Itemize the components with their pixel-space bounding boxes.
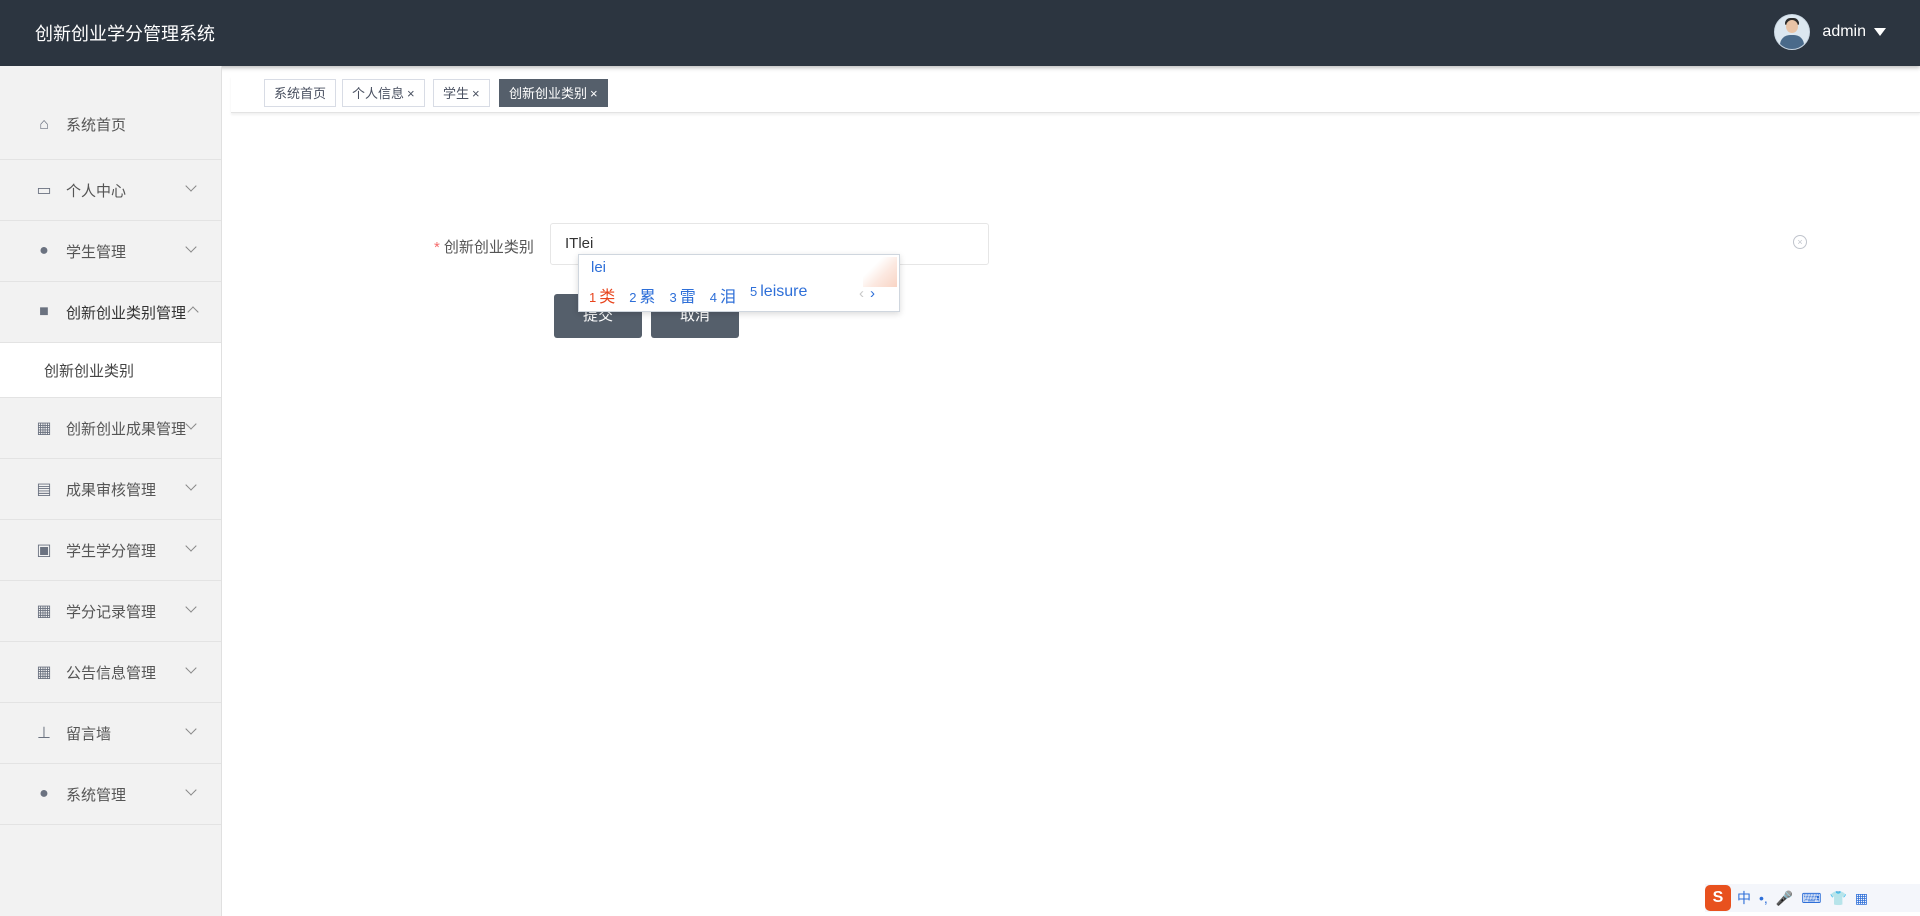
apps-icon[interactable]: ▦ bbox=[1855, 890, 1868, 907]
close-icon[interactable]: × bbox=[590, 86, 598, 101]
microphone-icon[interactable]: 🎤 bbox=[1776, 890, 1793, 907]
chevron-down-icon bbox=[185, 180, 197, 192]
sidebar-item-achievement-management[interactable]: ▦ 创新创业成果管理 bbox=[0, 398, 221, 459]
tab-personal-info[interactable]: 个人信息 × bbox=[342, 79, 425, 107]
stamp-icon: ⊥ bbox=[37, 725, 51, 742]
sidebar-subitem-label: 创新创业类别 bbox=[44, 362, 135, 380]
sidebar-subitem-category[interactable]: 创新创业类别 bbox=[0, 343, 221, 398]
tags-bar: 系统首页 个人信息 × 学生 × 创新创业类别 × bbox=[231, 76, 1920, 113]
caret-down-icon[interactable] bbox=[1874, 28, 1886, 36]
ime-candidate[interactable]: 3雷 bbox=[670, 283, 696, 307]
field-label-text: 创新创业类别 bbox=[443, 239, 534, 256]
sidebar-item-label: 学生学分管理 bbox=[66, 542, 157, 560]
grid-icon: ▦ bbox=[36, 603, 52, 620]
chevron-down-icon bbox=[185, 241, 197, 253]
tab-student[interactable]: 学生 × bbox=[433, 79, 490, 107]
home-icon: ⌂ bbox=[39, 115, 49, 133]
ime-composition: lei bbox=[591, 259, 607, 276]
close-icon[interactable]: × bbox=[472, 86, 480, 101]
chevron-down-icon bbox=[185, 662, 197, 674]
ime-skin-decoration bbox=[863, 257, 897, 287]
sidebar-item-announcements[interactable]: ▦ 公告信息管理 bbox=[0, 642, 221, 703]
top-navbar: 创新创业学分管理系统 admin bbox=[0, 0, 1920, 66]
ime-candidate-list: 1类 2累 3雷 4泪 5 leisure bbox=[589, 283, 821, 307]
punctuation-icon[interactable]: •, bbox=[1759, 890, 1768, 906]
sidebar-item-home[interactable]: ⌂ 系统首页 bbox=[0, 90, 221, 160]
sidebar-item-label: 系统首页 bbox=[66, 117, 127, 134]
wallet-icon: ▭ bbox=[36, 182, 52, 199]
sidebar-item-label: 成果审核管理 bbox=[66, 481, 157, 499]
sidebar-item-system-management[interactable]: ● 系统管理 bbox=[0, 764, 221, 825]
ime-page-nav: ‹ › bbox=[859, 285, 875, 302]
close-icon[interactable]: × bbox=[407, 86, 415, 101]
tab-category[interactable]: 创新创业类别 × bbox=[499, 79, 608, 107]
sidebar-item-message-wall[interactable]: ⊥ 留言墙 bbox=[0, 703, 221, 764]
ime-mode-toggle[interactable]: 中 bbox=[1737, 888, 1751, 908]
ime-candidate[interactable]: 5 leisure bbox=[750, 283, 807, 307]
required-mark: * bbox=[434, 239, 440, 256]
sidebar-item-label: 创新创业成果管理 bbox=[66, 420, 187, 438]
ime-next-icon[interactable]: › bbox=[870, 285, 875, 302]
keyboard-icon[interactable]: ⌨ bbox=[1801, 890, 1821, 907]
sidebar-item-label: 创新创业类别管理 bbox=[66, 304, 187, 322]
ime-candidate-popup: lei 1类 2累 3雷 4泪 5 leisure ‹ › bbox=[578, 254, 900, 312]
sidebar-item-category-management[interactable]: ■ 创新创业类别管理 bbox=[0, 282, 221, 343]
sidebar-item-credit-management[interactable]: ▣ 学生学分管理 bbox=[0, 520, 221, 581]
user-menu[interactable]: admin bbox=[1774, 14, 1886, 50]
sidebar-item-label: 学生管理 bbox=[66, 243, 127, 261]
ime-toolbar: S 中 •, 🎤 ⌨ 👕 ▦ bbox=[1705, 884, 1920, 912]
chevron-up-icon bbox=[187, 306, 199, 318]
tab-label: 个人信息 bbox=[352, 86, 405, 101]
person-icon: ● bbox=[39, 785, 49, 802]
category-field-label: * 创新创业类别 bbox=[434, 236, 534, 257]
avatar[interactable] bbox=[1774, 14, 1811, 50]
skin-icon[interactable]: 👕 bbox=[1829, 890, 1846, 907]
ime-candidate[interactable]: 4泪 bbox=[710, 283, 736, 307]
chevron-down-icon bbox=[185, 784, 197, 796]
sidebar: ⌂ 系统首页 ▭ 个人中心 ● 学生管理 ■ 创新创业类别管理 创新创业类别 ▦… bbox=[0, 66, 222, 916]
bulb-icon: ● bbox=[39, 242, 49, 259]
sogou-logo-icon[interactable]: S bbox=[1705, 885, 1731, 911]
sidebar-item-label: 个人中心 bbox=[66, 182, 127, 200]
chevron-down-icon bbox=[185, 540, 197, 552]
sidebar-item-label: 留言墙 bbox=[66, 725, 112, 743]
sidebar-item-personal-center[interactable]: ▭ 个人中心 bbox=[0, 160, 221, 221]
ime-prev-icon[interactable]: ‹ bbox=[859, 285, 864, 302]
username[interactable]: admin bbox=[1822, 23, 1866, 41]
briefcase-icon: ■ bbox=[39, 303, 49, 320]
grid-icon: ▦ bbox=[36, 664, 52, 681]
app-title: 创新创业学分管理系统 bbox=[35, 24, 215, 44]
tab-label: 创新创业类别 bbox=[509, 86, 588, 101]
chevron-down-icon bbox=[185, 479, 197, 491]
chevron-down-icon bbox=[185, 723, 197, 735]
grid-icon: ▦ bbox=[36, 420, 52, 437]
clipboard-icon: ▤ bbox=[36, 481, 52, 498]
ime-candidate[interactable]: 2累 bbox=[629, 283, 655, 307]
chevron-down-icon bbox=[185, 601, 197, 613]
clear-icon[interactable]: × bbox=[1793, 235, 1807, 249]
sidebar-item-credit-records[interactable]: ▦ 学分记录管理 bbox=[0, 581, 221, 642]
sidebar-item-label: 学分记录管理 bbox=[66, 603, 157, 621]
clipboard-x-icon: ▣ bbox=[36, 542, 52, 559]
tab-home[interactable]: 系统首页 bbox=[264, 79, 337, 107]
tab-label: 学生 bbox=[443, 86, 470, 101]
sidebar-item-label: 系统管理 bbox=[66, 786, 127, 804]
chevron-down-icon bbox=[185, 418, 197, 430]
sidebar-item-student-management[interactable]: ● 学生管理 bbox=[0, 221, 221, 282]
sidebar-item-review-management[interactable]: ▤ 成果审核管理 bbox=[0, 459, 221, 520]
sidebar-item-label: 公告信息管理 bbox=[66, 664, 157, 682]
tab-label: 系统首页 bbox=[274, 86, 327, 101]
ime-candidate[interactable]: 1类 bbox=[589, 283, 615, 307]
